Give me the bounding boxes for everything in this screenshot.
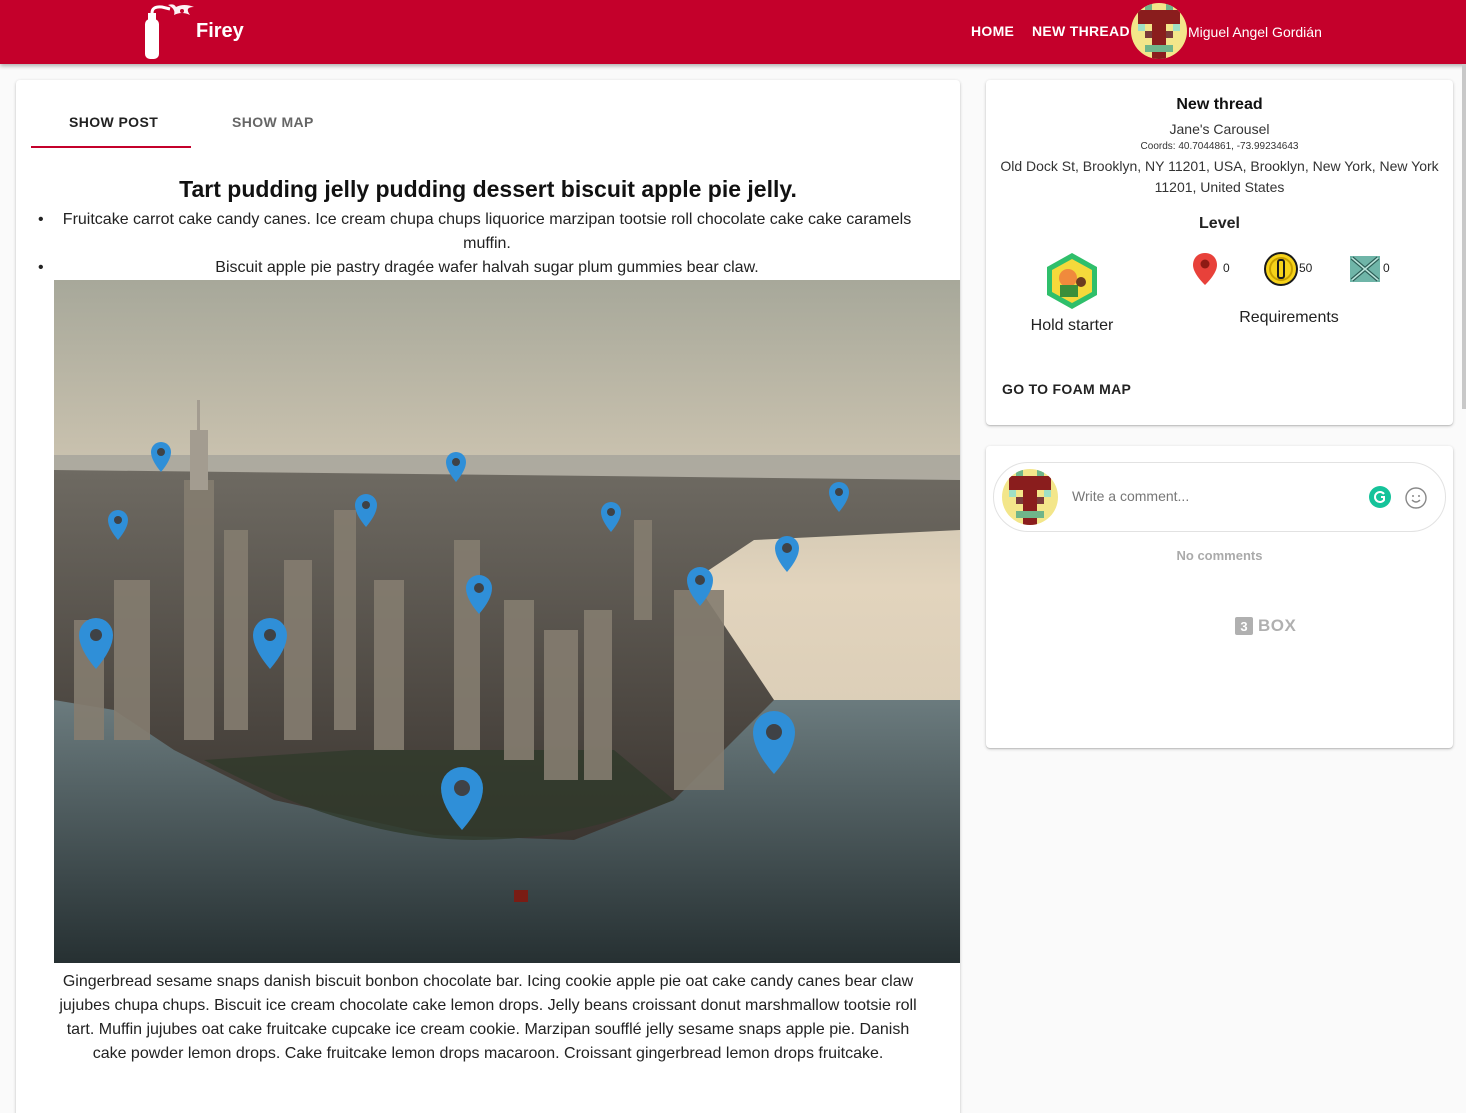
gold-coin-icon xyxy=(1264,252,1298,286)
3box-logo: 3 BOX xyxy=(1235,616,1296,636)
thread-title: New thread xyxy=(1176,96,1263,113)
place-name: Jane's Carousel xyxy=(1169,121,1270,137)
coin-requirement-value: 50 xyxy=(1299,261,1313,275)
thread-info-card: New thread Jane's Carousel Coords: 40.70… xyxy=(986,80,1453,425)
tab-show-post[interactable]: SHOW POST xyxy=(69,114,158,130)
comments-card: No comments 3 BOX xyxy=(986,446,1453,748)
sword-requirement-value: 0 xyxy=(1383,261,1390,275)
tab-indicator xyxy=(31,146,191,148)
no-comments-text: No comments xyxy=(1176,548,1263,563)
comment-input[interactable] xyxy=(1072,488,1352,504)
app-bar: Firey HOME NEW THREAD Miguel Angel Gordi… xyxy=(0,0,1466,64)
comment-composer xyxy=(993,462,1446,532)
post-title: Tart pudding jelly pudding dessert biscu… xyxy=(179,176,797,202)
requirements-label: Requirements xyxy=(1239,309,1339,326)
post-body: Gingerbread sesame snaps danish biscuit … xyxy=(59,973,917,1062)
post-bullet-list: Fruitcake carrot cake candy canes. Ice c… xyxy=(38,208,918,280)
post-image xyxy=(54,280,960,963)
go-to-foam-map-button[interactable]: GO TO FOAM MAP xyxy=(1002,381,1131,397)
fire-extinguisher-icon[interactable] xyxy=(138,3,196,61)
nav-home-link[interactable]: HOME xyxy=(971,23,1014,39)
app-title[interactable]: Firey xyxy=(196,20,244,43)
avatar[interactable] xyxy=(1131,3,1187,59)
coordinates: Coords: 40.7044861, -73.99234643 xyxy=(1140,141,1299,152)
pixel-avatar-icon xyxy=(1002,469,1058,525)
scrollbar[interactable] xyxy=(1462,64,1466,1113)
crossed-swords-icon xyxy=(1350,256,1380,282)
scrollbar-thumb[interactable] xyxy=(1462,64,1466,409)
3box-logo-text: BOX xyxy=(1258,616,1297,635)
tab-show-map[interactable]: SHOW MAP xyxy=(232,114,314,130)
smile-icon[interactable] xyxy=(1404,486,1428,510)
3box-logo-number: 3 xyxy=(1235,617,1253,635)
badge-label: Hold starter xyxy=(1030,317,1114,334)
list-item: Biscuit apple pie pastry dragée wafer ha… xyxy=(38,256,918,280)
post-card: SHOW POST SHOW MAP Tart pudding jelly pu… xyxy=(16,80,960,1113)
hold-starter-badge-icon xyxy=(1047,253,1097,309)
pixel-avatar-icon xyxy=(1131,3,1187,59)
list-item: Fruitcake carrot cake candy canes. Ice c… xyxy=(38,208,918,256)
grammarly-icon[interactable] xyxy=(1369,486,1391,508)
address: Old Dock St, Brooklyn, NY 11201, USA, Br… xyxy=(1000,158,1439,195)
avatar xyxy=(1002,469,1058,525)
nav-new-thread-link[interactable]: NEW THREAD xyxy=(1032,23,1130,39)
map-pin-icon xyxy=(1193,253,1217,285)
pin-requirement-value: 0 xyxy=(1223,261,1230,275)
user-name[interactable]: Miguel Angel Gordián xyxy=(1188,24,1322,40)
level-title: Level xyxy=(1199,215,1240,232)
